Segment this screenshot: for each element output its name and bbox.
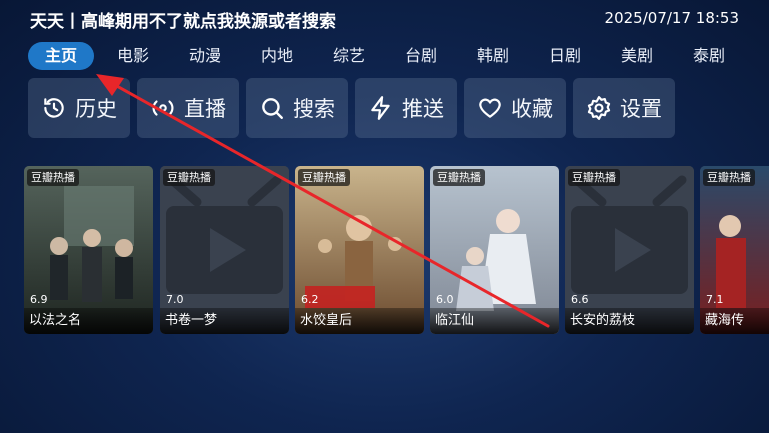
tab-movie[interactable]: 电影 (108, 42, 158, 70)
media-card[interactable]: 豆瓣热播 7.1 藏海传 (700, 166, 769, 334)
card-title: 书卷一梦 (160, 308, 289, 334)
settings-button[interactable]: 设置 (573, 78, 675, 138)
media-card[interactable]: 豆瓣热播 6.6 长安的荔枝 (565, 166, 694, 334)
media-card[interactable]: 豆瓣热播 6.0 临江仙 (430, 166, 559, 334)
tab-thai-drama[interactable]: 泰剧 (684, 42, 734, 70)
card-rating: 6.0 (436, 293, 454, 306)
card-badge: 豆瓣热播 (298, 169, 350, 186)
media-card[interactable]: 豆瓣热播 7.0 书卷一梦 (160, 166, 289, 334)
card-badge: 豆瓣热播 (703, 169, 755, 186)
search-icon (262, 98, 283, 119)
live-label: 直播 (184, 97, 226, 121)
card-rating: 6.9 (30, 293, 48, 306)
media-card[interactable]: 豆瓣热播 6.2 水饺皇后 (295, 166, 424, 334)
push-button[interactable]: 推送 (355, 78, 457, 138)
card-title: 临江仙 (430, 308, 559, 334)
tab-variety[interactable]: 综艺 (324, 42, 374, 70)
top-bar: 天天丨高峰期用不了就点我换源或者搜索 2025/07/17 18:53 (0, 0, 769, 36)
recommend-row: 豆瓣热播 6.9 以法之名 豆瓣热播 7.0 书卷一梦 豆瓣热播 6.2 水饺皇… (24, 166, 769, 336)
tab-korean-drama[interactable]: 韩剧 (468, 42, 518, 70)
tab-us-drama[interactable]: 美剧 (612, 42, 662, 70)
heart-icon (479, 98, 501, 118)
category-tabs: 主页 电影 动漫 内地 综艺 台剧 韩剧 日剧 美剧 泰剧 (28, 42, 758, 70)
card-rating: 6.6 (571, 293, 589, 306)
tab-taiwan-drama[interactable]: 台剧 (396, 42, 446, 70)
tab-anime[interactable]: 动漫 (180, 42, 230, 70)
card-rating: 7.0 (166, 293, 184, 306)
app-title: 天天丨高峰期用不了就点我换源或者搜索 (30, 12, 336, 32)
history-button[interactable]: 历史 (28, 78, 130, 138)
settings-label: 设置 (620, 97, 662, 121)
favorites-button[interactable]: 收藏 (464, 78, 566, 138)
gear-icon (587, 96, 611, 120)
push-label: 推送 (402, 97, 444, 121)
card-title: 以法之名 (24, 308, 153, 334)
card-rating: 7.1 (706, 293, 724, 306)
live-button[interactable]: 直播 (137, 78, 239, 138)
card-title: 藏海传 (700, 308, 769, 334)
history-label: 历史 (75, 97, 117, 121)
card-badge: 豆瓣热播 (433, 169, 485, 186)
card-badge: 豆瓣热播 (27, 169, 79, 186)
card-rating: 6.2 (301, 293, 319, 306)
tab-japanese-drama[interactable]: 日剧 (540, 42, 590, 70)
card-title: 水饺皇后 (295, 308, 424, 334)
card-badge: 豆瓣热播 (163, 169, 215, 186)
live-icon (152, 100, 174, 116)
history-icon (44, 98, 64, 118)
search-button[interactable]: 搜索 (246, 78, 348, 138)
search-label: 搜索 (293, 97, 335, 121)
card-badge: 豆瓣热播 (568, 169, 620, 186)
media-card[interactable]: 豆瓣热播 6.9 以法之名 (24, 166, 153, 334)
lightning-icon (371, 96, 390, 120)
tab-home[interactable]: 主页 (28, 42, 94, 70)
clock: 2025/07/17 18:53 (604, 9, 739, 27)
card-title: 长安的荔枝 (565, 308, 694, 334)
favorites-label: 收藏 (511, 97, 553, 121)
tab-mainland[interactable]: 内地 (252, 42, 302, 70)
